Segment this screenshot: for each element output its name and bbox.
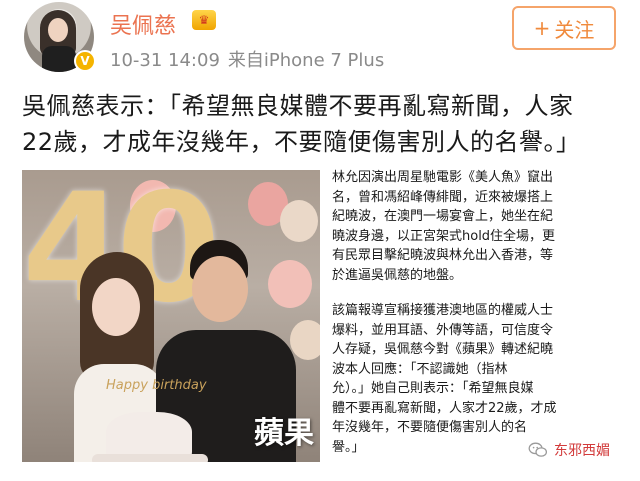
post-meta: 10-31 14:09 来自iPhone 7 Plus (110, 46, 384, 72)
article-line: 允）。」她自己則表示：「希望無良媒 (332, 381, 534, 396)
article-text: 林允因演出周星馳電影《美人魚》竄出 名，曾和馮紹峰傳緋聞，近來被爆搭上 紀曉波，… (332, 168, 614, 457)
avatar-face (48, 18, 68, 42)
balloon (280, 200, 318, 242)
follow-label: 关注 (554, 17, 595, 42)
article-line: 爆料，並用耳語、外傳等語，可信度令 (332, 322, 554, 338)
source-label: 东邪西媚 (554, 443, 610, 459)
article-paragraph-1: 林允因演出周星馳電影《美人魚》竄出 名，曾和馮紹峰傳緋聞，近來被爆搭上 紀曉波，… (332, 168, 614, 285)
photo-watermark: 蘋果 (254, 416, 314, 451)
post-header: V 吴佩慈 ♛ 10-31 14:09 来自iPhone 7 Plus + 关注 (0, 0, 640, 84)
follow-button[interactable]: + 关注 (512, 6, 616, 50)
article-line: 體不要再亂寫新聞，人家才22歲，才成 (332, 400, 557, 416)
article-line: 名，曾和馮紹峰傳緋聞，近來被爆搭上 (332, 189, 554, 205)
birthday-cake: Happy birthday (92, 376, 212, 462)
username[interactable]: 吴佩慈 (110, 8, 176, 40)
news-photo[interactable]: 40 Happy birthday 蘋果 (22, 170, 320, 462)
timestamp: 10-31 14:09 (110, 50, 220, 71)
headline-line-1: 吳佩慈表示：「希望無良媒體不要再亂寫新聞，人家 (22, 92, 574, 120)
article-line: 年沒幾年，不要隨便傷害別人的名 (332, 420, 528, 435)
plus-icon: + (533, 16, 551, 40)
headline: 吳佩慈表示：「希望無良媒體不要再亂寫新聞，人家 22歲，才成年沒幾年，不要隨便傷… (22, 88, 622, 160)
article-line: 人存疑，吳佩慈今對《蘋果》轉述紀曉 (332, 342, 554, 357)
cake-topper-text: Happy birthday (106, 378, 207, 393)
article-line: 波本人回應：「不認識她（指林 (332, 361, 508, 377)
article-line: 曉波身邊，以正宮架式hold住全場，更 (332, 228, 556, 244)
article-line: 林允因演出周星馳電影《美人魚》竄出 (332, 170, 554, 185)
article-line: 紀曉波，在澳門一場宴會上，她坐在紀 (332, 209, 554, 224)
article-line: 有民眾目擊紀曉波與林允出入香港，等 (332, 248, 554, 263)
verified-badge-icon: V (74, 50, 96, 72)
avatar-body (42, 46, 76, 72)
wechat-icon (528, 442, 548, 457)
article-line: 於進逼吳佩慈的地盤。 (332, 267, 463, 283)
headline-line-2: 22歲，才成年沒幾年，不要隨便傷害別人的名譽。」 (22, 128, 581, 156)
article-line: 該篇報導宣稱接獲港澳地區的權威人士 (332, 303, 554, 318)
post-source: 来自iPhone 7 Plus (227, 50, 385, 71)
article-paragraph-2: 該篇報導宣稱接獲港澳地區的權威人士 爆料，並用耳語、外傳等語，可信度令 人存疑，… (332, 301, 614, 457)
source-watermark: 东邪西媚 (528, 440, 610, 460)
vip-crown-icon: ♛ (192, 10, 216, 30)
